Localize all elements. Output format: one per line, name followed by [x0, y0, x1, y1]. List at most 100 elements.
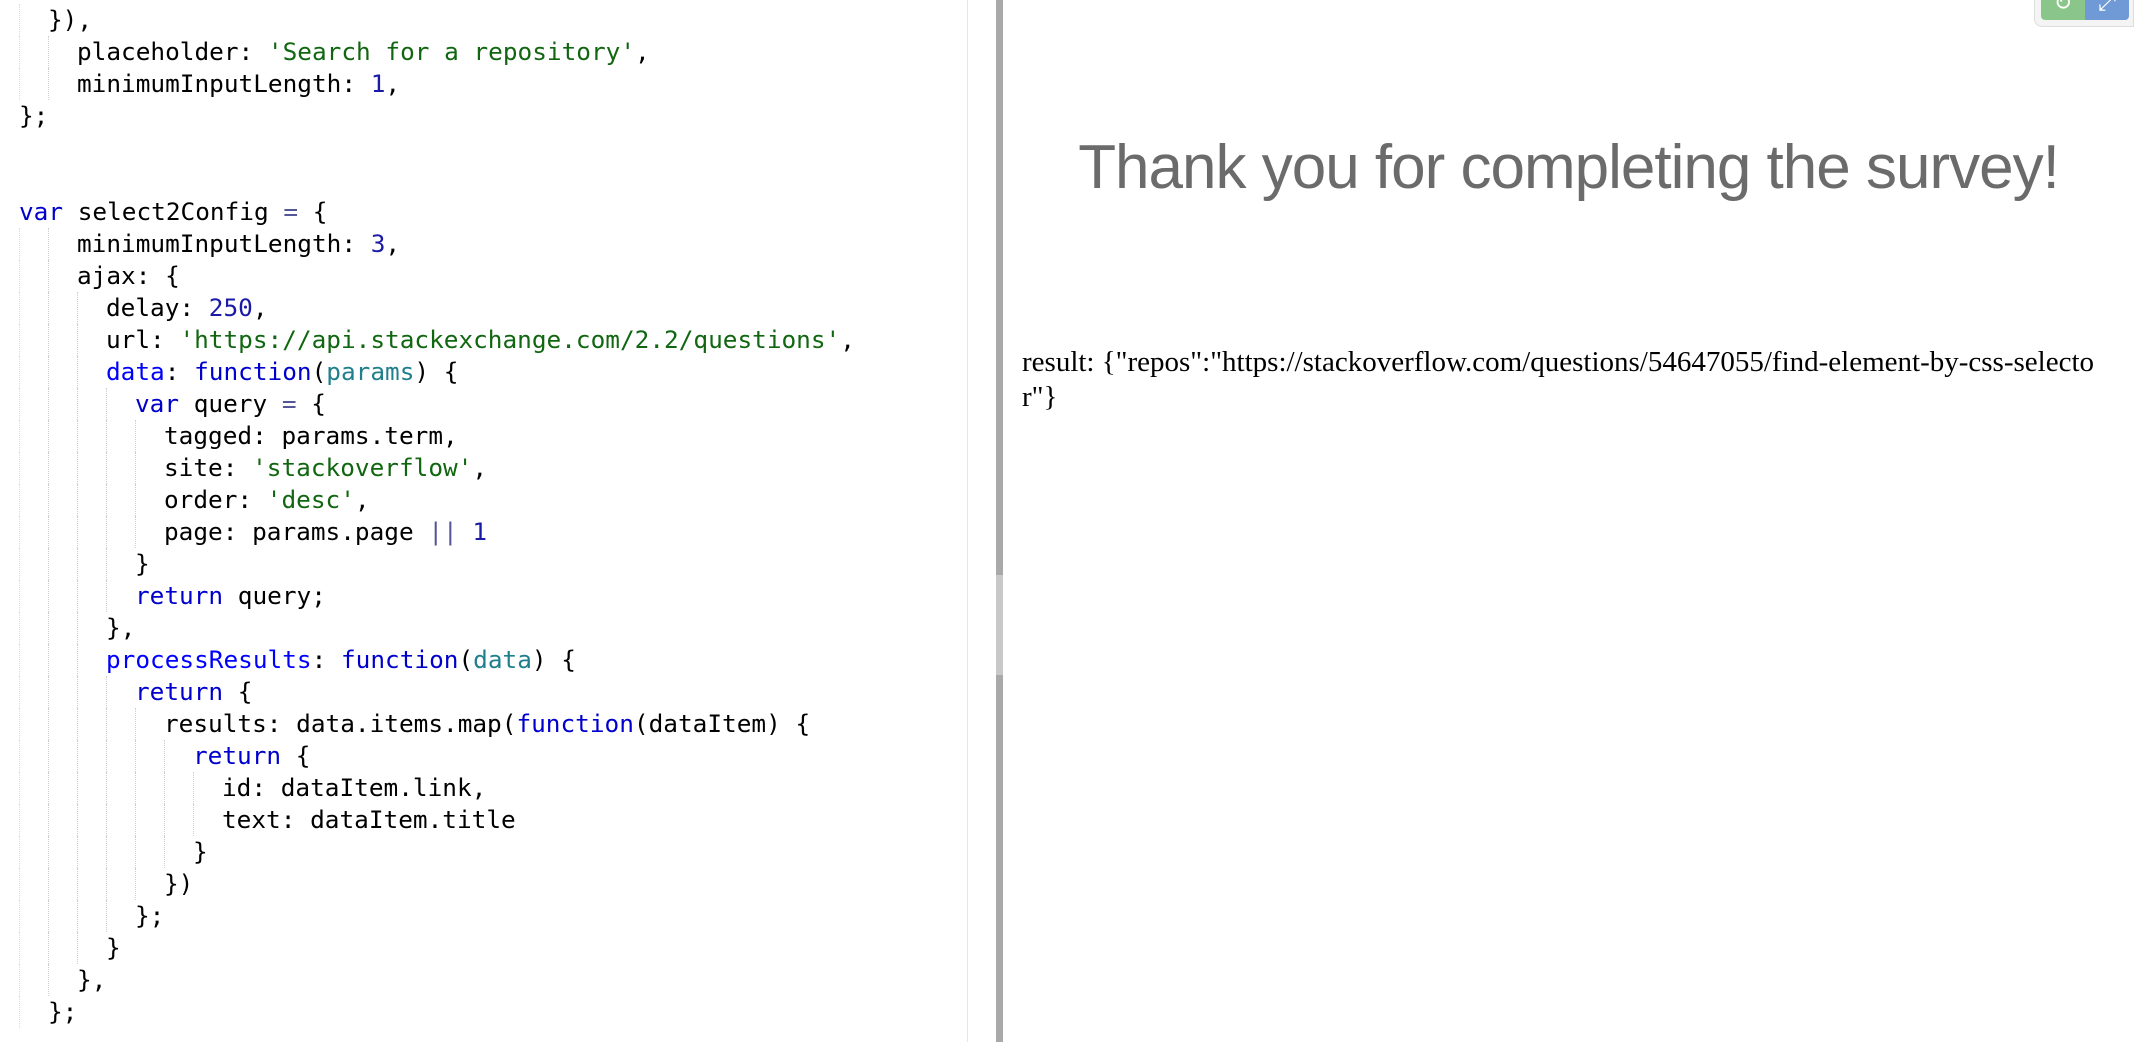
code-line[interactable]: return query; [19, 580, 855, 612]
code-token: }, [77, 965, 107, 994]
code-token: }; [48, 997, 78, 1026]
code-token: id: dataItem.link, [222, 773, 487, 802]
code-line[interactable]: minimumInputLength: 1, [19, 68, 855, 100]
indent-guide [19, 772, 48, 804]
indent-guide [77, 676, 106, 708]
code-token: data [473, 645, 532, 674]
code-line[interactable] [19, 164, 855, 196]
indent-guide [135, 420, 164, 452]
code-line[interactable]: text: dataItem.title [19, 804, 855, 836]
indent-guide [135, 868, 164, 900]
indent-guide [106, 836, 135, 868]
indent-guide [19, 644, 48, 676]
code-token: params [326, 357, 415, 386]
code-token: var [19, 197, 64, 226]
code-line[interactable]: var select2Config = { [19, 196, 855, 228]
code-line[interactable]: placeholder: 'Search for a repository', [19, 36, 855, 68]
indent-guide [19, 420, 48, 452]
code-token: url: [106, 325, 180, 354]
code-token: 'stackoverflow' [252, 453, 473, 482]
code-line[interactable]: ajax: { [19, 260, 855, 292]
code-line[interactable]: return { [19, 740, 855, 772]
indent-guide [19, 356, 48, 388]
code-token: query [179, 389, 282, 418]
code-line[interactable]: var query = { [19, 388, 855, 420]
indent-guide [48, 868, 77, 900]
code-token: (dataItem) { [633, 709, 811, 738]
indent-guide [106, 580, 135, 612]
indent-guide [106, 708, 135, 740]
code-lines[interactable]: }), placeholder: 'Search for a repository… [19, 4, 855, 1028]
code-token: , [385, 69, 401, 98]
indent-guide [77, 900, 106, 932]
code-line[interactable]: } [19, 836, 855, 868]
pane-splitter[interactable] [996, 0, 1003, 1042]
code-line[interactable]: order: 'desc', [19, 484, 855, 516]
indent-guide [48, 740, 77, 772]
code-line[interactable]: processResults: function(data) { [19, 644, 855, 676]
code-line[interactable]: id: dataItem.link, [19, 772, 855, 804]
indent-guide [77, 740, 106, 772]
code-line[interactable]: }; [19, 900, 855, 932]
code-line[interactable]: delay: 250, [19, 292, 855, 324]
indent-guide [77, 452, 106, 484]
code-line[interactable]: }; [19, 100, 855, 132]
indent-guide [48, 580, 77, 612]
indent-guide [77, 708, 106, 740]
indent-guide [19, 292, 48, 324]
code-line[interactable]: } [19, 932, 855, 964]
code-token: } [135, 549, 150, 578]
code-token: delay: [106, 293, 209, 322]
pane-splitter-handle[interactable] [996, 575, 1003, 675]
indent-guide [164, 836, 193, 868]
code-line[interactable] [19, 132, 855, 164]
indent-guide [77, 292, 106, 324]
indent-guide [48, 516, 77, 548]
code-line[interactable]: minimumInputLength: 3, [19, 228, 855, 260]
code-line[interactable]: tagged: params.term, [19, 420, 855, 452]
code-line[interactable]: } [19, 548, 855, 580]
indent-guide [19, 4, 48, 36]
indent-guide [19, 900, 48, 932]
indent-guide [77, 484, 106, 516]
indent-guide [19, 516, 48, 548]
indent-guide [48, 356, 77, 388]
code-token: = [281, 389, 297, 418]
indent-guide [48, 36, 77, 68]
code-token: ( [458, 645, 474, 674]
code-token: minimumInputLength: [77, 69, 371, 98]
code-line[interactable]: data: function(params) { [19, 356, 855, 388]
code-token: , [472, 453, 488, 482]
code-token: data [106, 357, 165, 386]
code-line[interactable]: }, [19, 612, 855, 644]
code-token: }; [135, 901, 165, 930]
code-line[interactable]: return { [19, 676, 855, 708]
code-line[interactable]: site: 'stackoverflow', [19, 452, 855, 484]
code-line[interactable]: page: params.page || 1 [19, 516, 855, 548]
code-token: ) { [531, 645, 576, 674]
indent-guide [19, 580, 48, 612]
indent-guide [19, 36, 48, 68]
refresh-button[interactable]: ↻ [2041, 0, 2085, 20]
code-token: query; [223, 581, 326, 610]
code-line[interactable]: url: 'https://api.stackexchange.com/2.2/… [19, 324, 855, 356]
indent-guide [48, 228, 77, 260]
result-output: result: {"repos":"https://stackoverflow.… [1022, 346, 2094, 413]
code-line[interactable]: }, [19, 964, 855, 996]
indent-guide [19, 676, 48, 708]
indent-guide [135, 836, 164, 868]
code-line[interactable]: }) [19, 868, 855, 900]
code-line[interactable]: }; [19, 996, 855, 1028]
indent-guide [48, 900, 77, 932]
expand-button[interactable]: ⤢ [2085, 0, 2129, 20]
result-pane: Thank you for completing the survey! res… [1003, 0, 2134, 1042]
code-token: 'Search for a repository' [267, 37, 636, 66]
code-line[interactable]: results: data.items.map(function(dataIte… [19, 708, 855, 740]
indent-guide [19, 260, 48, 292]
refresh-icon: ↻ [2053, 0, 2073, 16]
indent-guide [19, 868, 48, 900]
indent-guide [193, 772, 222, 804]
code-line[interactable]: }), [19, 4, 855, 36]
indent-guide [48, 68, 77, 100]
code-editor[interactable]: }), placeholder: 'Search for a repository… [0, 0, 968, 1042]
